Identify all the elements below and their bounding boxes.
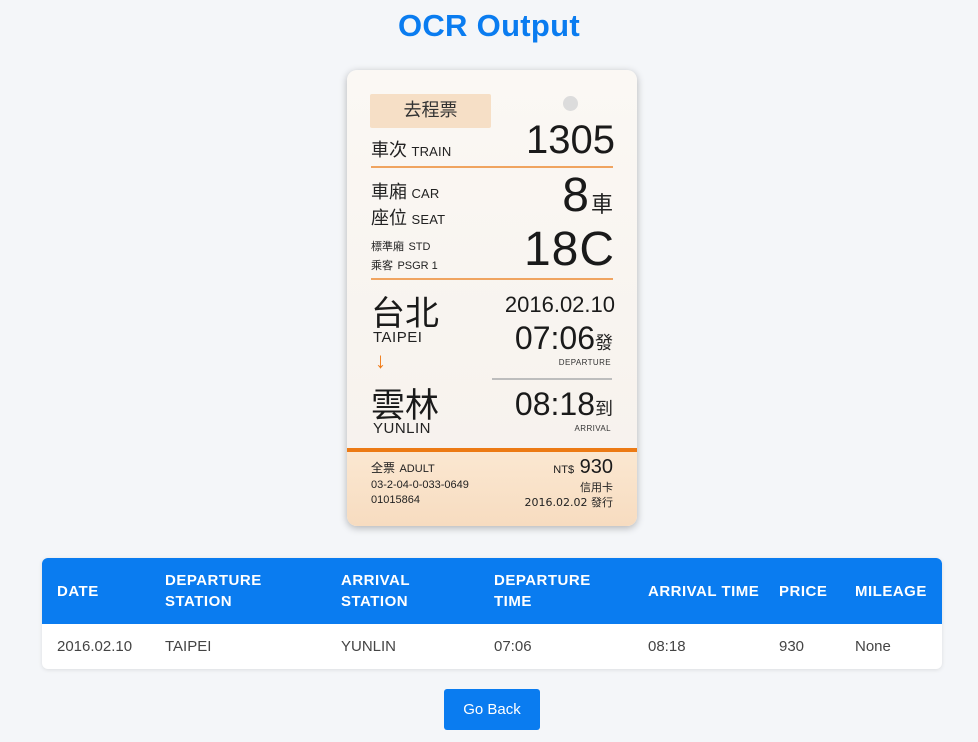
arrival-time: 08:18	[514, 386, 595, 422]
cell-price: 930	[779, 638, 805, 655]
issue-date: 2016.02.02 發行	[524, 496, 613, 509]
punch-hole	[563, 96, 578, 111]
travel-date: 2016.02.10	[504, 292, 615, 317]
cell-arrival-station: YUNLIN	[341, 638, 397, 655]
payment-method: 信用卡	[580, 481, 613, 494]
column-header-departure-time: DEPARTURE TIME	[494, 572, 591, 610]
column-header-arrival-station: ARRIVAL STATION	[341, 572, 410, 610]
car-label-zh: 車廂	[371, 182, 407, 203]
arrival-time-group: 08:18到	[515, 386, 613, 423]
trip-type-badge: 去程票	[370, 94, 491, 128]
departure-time: 07:06	[514, 320, 595, 356]
arrival-suffix: 到	[595, 399, 613, 420]
train-label: 車次 TRAIN	[371, 136, 451, 162]
price-value: 930	[579, 456, 613, 478]
cell-mileage: None	[855, 638, 891, 655]
cell-arrival-time: 08:18	[648, 638, 686, 655]
divider	[492, 378, 612, 380]
cell-departure-station: TAIPEI	[165, 638, 212, 655]
seat-label-zh: 座位	[371, 208, 407, 229]
passenger-label-en: PSGR 1	[397, 260, 438, 272]
car-unit: 車	[590, 193, 613, 218]
cell-departure-time: 07:06	[494, 638, 532, 655]
arrival-caption: ARRIVAL	[574, 424, 611, 433]
go-back-button[interactable]: Go Back	[444, 689, 540, 730]
column-header-price: PRICE	[779, 582, 828, 600]
cell-date: 2016.02.10	[57, 638, 133, 655]
train-label-zh: 車次	[371, 140, 407, 161]
class-label-zh: 標準廂	[371, 240, 404, 253]
seat-label: 座位 SEAT	[371, 204, 445, 230]
passenger-label: 乘客 PSGR 1	[371, 256, 438, 274]
results-table: DATE DEPARTURE STATION ARRIVAL STATION D…	[42, 558, 942, 669]
table-row: 2016.02.10 TAIPEI YUNLIN 07:06 08:18 930…	[42, 624, 942, 669]
departure-caption: DEPARTURE	[558, 358, 611, 367]
fare-type-zh: 全票	[371, 461, 396, 475]
from-city-zh: 台北	[371, 294, 439, 334]
class-label-en: STD	[408, 241, 431, 253]
car-label: 車廂 CAR	[371, 178, 440, 204]
car-number: 8	[562, 169, 589, 222]
ticket-code: 03-2-04-0-033-0649	[371, 479, 469, 491]
column-header-mileage: MILEAGE	[855, 582, 927, 600]
direction-arrow-icon: ↓	[375, 348, 386, 373]
car-label-en: CAR	[411, 186, 440, 201]
train-label-en: TRAIN	[411, 144, 452, 159]
fare-type-en: ADULT	[399, 463, 435, 475]
passenger-label-zh: 乘客	[371, 259, 393, 272]
page-title: OCR Output	[397, 8, 581, 43]
column-header-arrival-time: ARRIVAL TIME	[648, 582, 760, 600]
ticket-serial: 01015864	[371, 494, 420, 506]
table-header-row: DATE DEPARTURE STATION ARRIVAL STATION D…	[42, 558, 942, 624]
fare-type: 全票 ADULT	[371, 459, 435, 477]
column-header-departure-station: DEPARTURE STATION	[165, 572, 262, 610]
class-label: 標準廂 STD	[371, 237, 430, 255]
price-group: NT$ 930	[553, 456, 613, 479]
train-number: 1305	[526, 118, 615, 162]
ticket-image: 去程票 車次 TRAIN 1305 車廂 CAR 座位 SEAT 8 車 標準廂…	[347, 70, 637, 526]
divider	[371, 278, 613, 280]
column-header-date: DATE	[57, 582, 99, 600]
from-city-en: TAIPEI	[373, 329, 423, 346]
seat-label-en: SEAT	[411, 212, 446, 227]
seat-number: 18C	[523, 223, 615, 276]
departure-suffix: 發	[595, 333, 613, 354]
to-city-en: YUNLIN	[373, 420, 432, 437]
departure-time-group: 07:06發	[515, 320, 613, 357]
price-currency: NT$	[553, 464, 575, 476]
footer-divider	[347, 448, 637, 452]
